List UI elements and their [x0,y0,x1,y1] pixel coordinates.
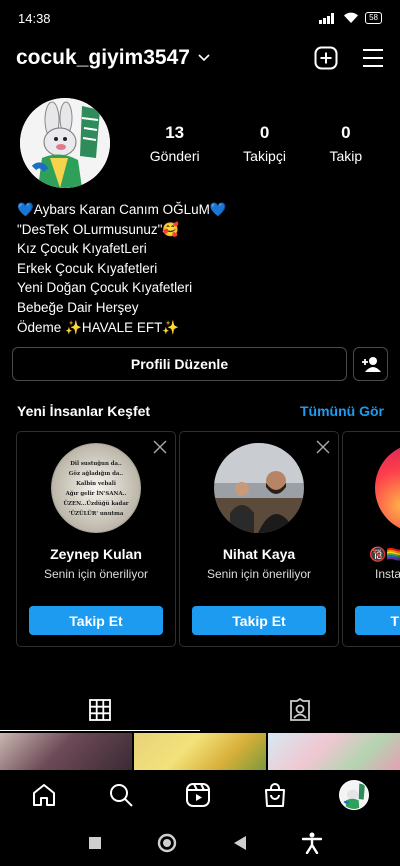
avatar-text-line: Dil sustuğun da.. [70,461,122,467]
recent-apps-icon[interactable] [88,836,102,850]
close-icon[interactable] [153,440,167,454]
bio-line: 💙Aybars Karan Canım OĞLuM💙 [17,202,227,217]
wifi-icon [344,12,359,23]
bio-line: Kız Çocuk KıyafetLeri [17,241,147,257]
avatar-text-line: Ağır gelir İN'SANA.. [65,490,127,497]
person-add-icon [361,357,381,373]
profile-summary: 13 Gönderi 0 Takipçi 0 Takip [0,80,400,188]
stat-posts[interactable]: 13 Gönderi [150,123,200,164]
search-icon[interactable] [108,782,134,808]
tab-tagged[interactable] [200,688,400,731]
follow-button[interactable]: T [355,606,400,636]
follow-button[interactable]: Takip Et [192,606,326,636]
suggestion-avatar[interactable]: Dil sustuğun da.. Göz ağladığın da.. Kal… [51,443,141,534]
username: cocuk_giyim3547 [16,46,190,69]
system-navigation-bar [0,820,400,866]
profile-actions: Profili Düzenle [0,337,400,382]
post-thumbnail[interactable] [268,733,400,770]
profile-tabs [0,688,400,731]
suggestion-card: Nihat Kaya Senin için öneriliyor Takip E… [179,431,339,648]
profile-nav-avatar[interactable] [338,780,369,810]
suggestion-name[interactable]: 🔞🏳️‍🌈 [343,546,400,563]
bio-line: Yeni Doğan Çocuk Kıyafetleri [17,280,193,296]
stat-following-label: Takip [329,147,363,164]
suggestion-subtitle: Senin için öneriliyor [206,567,312,582]
profile-stats: 13 Gönderi 0 Takipçi 0 Takip [110,123,384,164]
discover-people-header: Yeni İnsanlar Keşfet Tümünü Gör [0,381,400,419]
profile-bio: 💙Aybars Karan Canım OĞLuM💙 "DesTeK OLurm… [0,188,400,337]
home-icon[interactable] [31,782,57,808]
posts-grid [0,733,400,770]
post-thumbnail[interactable] [134,733,266,770]
discover-title: Yeni İnsanlar Keşfet [17,403,151,420]
see-all-link[interactable]: Tümünü Gör [300,403,384,419]
profile-avatar[interactable] [20,98,110,188]
suggestion-card: 🔞🏳️‍🌈 Insta T [342,431,400,648]
suggestion-avatar[interactable] [214,443,304,534]
tagged-person-icon [290,697,310,721]
reels-icon[interactable] [185,782,211,808]
stat-followers-count: 0 [259,122,270,142]
bottom-navigation [0,770,400,820]
stat-following[interactable]: 0 Takip [330,123,363,164]
bio-line: Bebeğe Dair Herşey [17,299,139,315]
close-icon[interactable] [316,440,330,454]
stat-posts-count: 13 [165,122,185,142]
avatar-text-line: Göz ağladığın da.. [69,470,124,477]
stat-followers-label: Takipçi [243,147,286,164]
post-thumbnail[interactable] [0,733,132,770]
suggestion-subtitle: Insta [375,567,400,582]
tab-posts-grid[interactable] [0,688,200,731]
suggestion-subtitle: Senin için öneriliyor [43,567,149,582]
avatar-text-line: Kalbin vebali [76,481,116,487]
status-icons: 58 [319,12,382,24]
grid-icon [89,698,111,721]
suggestion-card: Dil sustuğun da.. Göz ağladığın da.. Kal… [16,431,176,648]
bio-line: Erkek Çocuk Kıyafetleri [17,260,158,276]
hamburger-menu-icon[interactable] [362,48,384,68]
status-time: 14:38 [18,10,51,26]
stat-following-count: 0 [341,122,351,142]
plus-square-icon[interactable] [314,46,338,70]
suggestion-name[interactable]: Zeynep Kulan [17,546,175,562]
bio-line: Ödeme ✨HAVALE EFT✨ [17,319,180,335]
stat-followers[interactable]: 0 Takipçi [243,123,286,164]
back-icon[interactable] [233,835,247,851]
avatar-text-line: ÜZEN...Üzdüğü kadar [63,500,128,507]
home-button-icon[interactable] [157,833,177,853]
chevron-down-icon [198,54,210,62]
discover-people-button[interactable] [353,347,388,382]
suggestion-avatar[interactable] [375,443,400,534]
battery-icon: 58 [365,12,382,24]
stat-posts-label: Gönderi [149,147,200,164]
accessibility-icon[interactable] [302,832,323,854]
avatar-text-line: 'ÜZÜLÜR' unutma [69,510,124,517]
suggestion-cards: Dil sustuğun da.. Göz ağladığın da.. Kal… [0,431,400,649]
follow-button[interactable]: Takip Et [29,606,163,636]
signal-icon [319,13,335,24]
shop-icon[interactable] [262,782,288,808]
status-bar: 14:38 58 [0,0,400,36]
bio-line: "DesTeK OLurmusunuz"🥰 [17,221,180,237]
profile-header: cocuk_giyim3547 [0,36,400,80]
suggestion-name[interactable]: Nihat Kaya [180,546,338,562]
edit-profile-button[interactable]: Profili Düzenle [12,347,347,382]
account-switcher[interactable]: cocuk_giyim3547 [16,46,210,70]
